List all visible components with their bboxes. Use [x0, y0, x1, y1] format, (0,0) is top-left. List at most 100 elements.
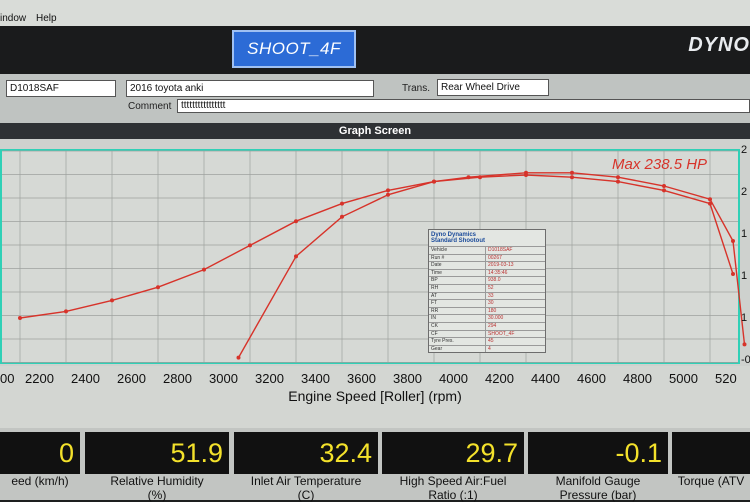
shootout-subtitle: Standard Shootout	[431, 238, 485, 244]
trans-label: Trans.	[402, 83, 430, 94]
series-point	[294, 219, 299, 224]
series-point	[524, 170, 529, 175]
shootout-title: Dyno Dynamics	[431, 232, 477, 238]
shootout-key: Gear	[429, 345, 486, 353]
vehicle-id-field[interactable]: D1018SAF	[6, 80, 116, 97]
shootout-info-box: Dyno Dynamics Standard Shootout Vehicle D…	[428, 229, 546, 353]
graph-area: Max 238.5 HP 2 2 1 1 1 -0	[0, 139, 750, 369]
shootout-value: 4	[488, 345, 491, 352]
x-tick-label: 2800	[163, 371, 192, 386]
gauge-label: Relative Humidity (%)	[110, 474, 204, 502]
gauge-label: Inlet Air Temperature (C)	[250, 474, 362, 502]
gauge-label: Manifold Gauge Pressure (bar)	[555, 474, 641, 502]
x-tick-label: 3000	[209, 371, 238, 386]
shootout-value: 33	[488, 292, 494, 299]
series-point	[708, 201, 713, 206]
trans-field[interactable]: Rear Wheel Drive	[437, 79, 549, 96]
shootout-row: AT 33	[429, 291, 545, 300]
shootout-key: CF	[429, 330, 486, 338]
shootout-key: Vehicle	[429, 247, 486, 254]
series-point	[616, 179, 621, 184]
menu-window[interactable]: indow	[0, 13, 26, 24]
shootout-row: RH 52	[429, 283, 545, 292]
shootout-value: 45	[488, 338, 494, 345]
right-tick-label: 1	[741, 270, 747, 282]
x-tick-label: 3800	[393, 371, 422, 386]
x-tick-label: 2600	[117, 371, 146, 386]
series-point	[731, 271, 736, 276]
graph-title: Graph Screen	[0, 123, 750, 139]
x-tick-label: 4400	[531, 371, 560, 386]
shootout-value: D1018SAF	[488, 247, 513, 253]
series-point	[662, 188, 667, 193]
series-point	[466, 175, 471, 180]
right-tick-label: 1	[741, 228, 747, 240]
description-field[interactable]: 2016 toyota anki	[126, 80, 374, 97]
series-point	[340, 201, 345, 206]
shootout-key: RH	[429, 284, 486, 292]
series-point	[340, 214, 345, 219]
x-axis-title: Engine Speed [Roller] (rpm)	[288, 388, 462, 404]
shootout-value: 30.000	[488, 315, 504, 322]
shootout-row: CK 294	[429, 321, 545, 330]
shootout-value: 14:35:46	[488, 269, 508, 276]
shootout-key: RR	[429, 307, 486, 315]
menu-help[interactable]: Help	[36, 13, 57, 24]
right-tick-label: 1	[741, 312, 747, 324]
graph-svg: Max 238.5 HP 2 2 1 1 1 -0	[0, 144, 750, 366]
right-tick-label: -0	[741, 354, 750, 366]
shootout-row: Gear 4	[429, 344, 545, 353]
shootout-key: AT	[429, 292, 486, 300]
shootout-value: 294	[488, 322, 497, 329]
shootout-value: 00267	[488, 254, 502, 261]
shootout-row: IN 30.000	[429, 314, 545, 322]
x-tick-label: 4200	[485, 371, 514, 386]
x-tick-label: 5000	[669, 371, 698, 386]
series-point	[63, 309, 68, 314]
series-point	[386, 192, 391, 197]
x-tick-label: 3200	[255, 371, 284, 386]
series-point	[432, 179, 437, 184]
series-point	[731, 238, 736, 243]
series-point	[570, 175, 575, 180]
shootout-value: SHOOT_4F	[488, 330, 515, 337]
shootout-key: IN	[429, 315, 486, 322]
shootout-value: 180	[488, 307, 497, 314]
x-tick-label: 3400	[301, 371, 330, 386]
shootout-row: CF SHOOT_4F	[429, 329, 545, 338]
menu-bar: indow Help	[0, 0, 750, 26]
gauge-label: High Speed Air:Fuel Ratio (:1)	[399, 474, 507, 502]
shootout-value: 2019-03-13	[488, 262, 514, 269]
shootout-row: BP 938.0	[429, 276, 545, 284]
series-point	[616, 175, 621, 180]
gauge-value: 0	[0, 432, 80, 474]
series-point	[386, 188, 391, 193]
series-point	[570, 170, 575, 175]
shootout-key: Tyre Pres.	[429, 338, 486, 345]
series-point	[247, 243, 252, 248]
comment-field[interactable]: tttttttttttttttt	[177, 99, 750, 113]
shootout-key: FT	[429, 300, 486, 307]
shootout-value: 938.0	[488, 277, 501, 284]
gauge-value: 51.9	[85, 432, 229, 474]
series-point	[18, 315, 23, 320]
shootout-value: 52	[488, 284, 494, 291]
shootout-key: Date	[429, 262, 486, 269]
shootout-row: Tyre Pres. 45	[429, 337, 545, 345]
shootout-rows: Vehicle D1018SAF Run #00267 Date 2019-03-13 T…	[429, 246, 545, 353]
series-point	[294, 254, 299, 259]
shootout-row: Time 14:35:46	[429, 268, 545, 277]
shootout-key: Run #	[429, 254, 486, 262]
series-point	[236, 355, 241, 360]
run-name-display: SHOOT_4F	[232, 30, 356, 68]
x-tick-label: 4600	[577, 371, 606, 386]
gauge-value: 29.7	[382, 432, 524, 474]
dyno-logo: DYNO	[688, 34, 750, 56]
shootout-key: BP	[429, 277, 486, 284]
series-point	[708, 197, 713, 202]
x-tick-label: 00	[0, 371, 15, 386]
x-tick-label: 2200	[25, 371, 54, 386]
shootout-row: Date 2019-03-13	[429, 261, 545, 269]
right-tick-label: 2	[741, 144, 747, 156]
series-point	[109, 298, 114, 303]
